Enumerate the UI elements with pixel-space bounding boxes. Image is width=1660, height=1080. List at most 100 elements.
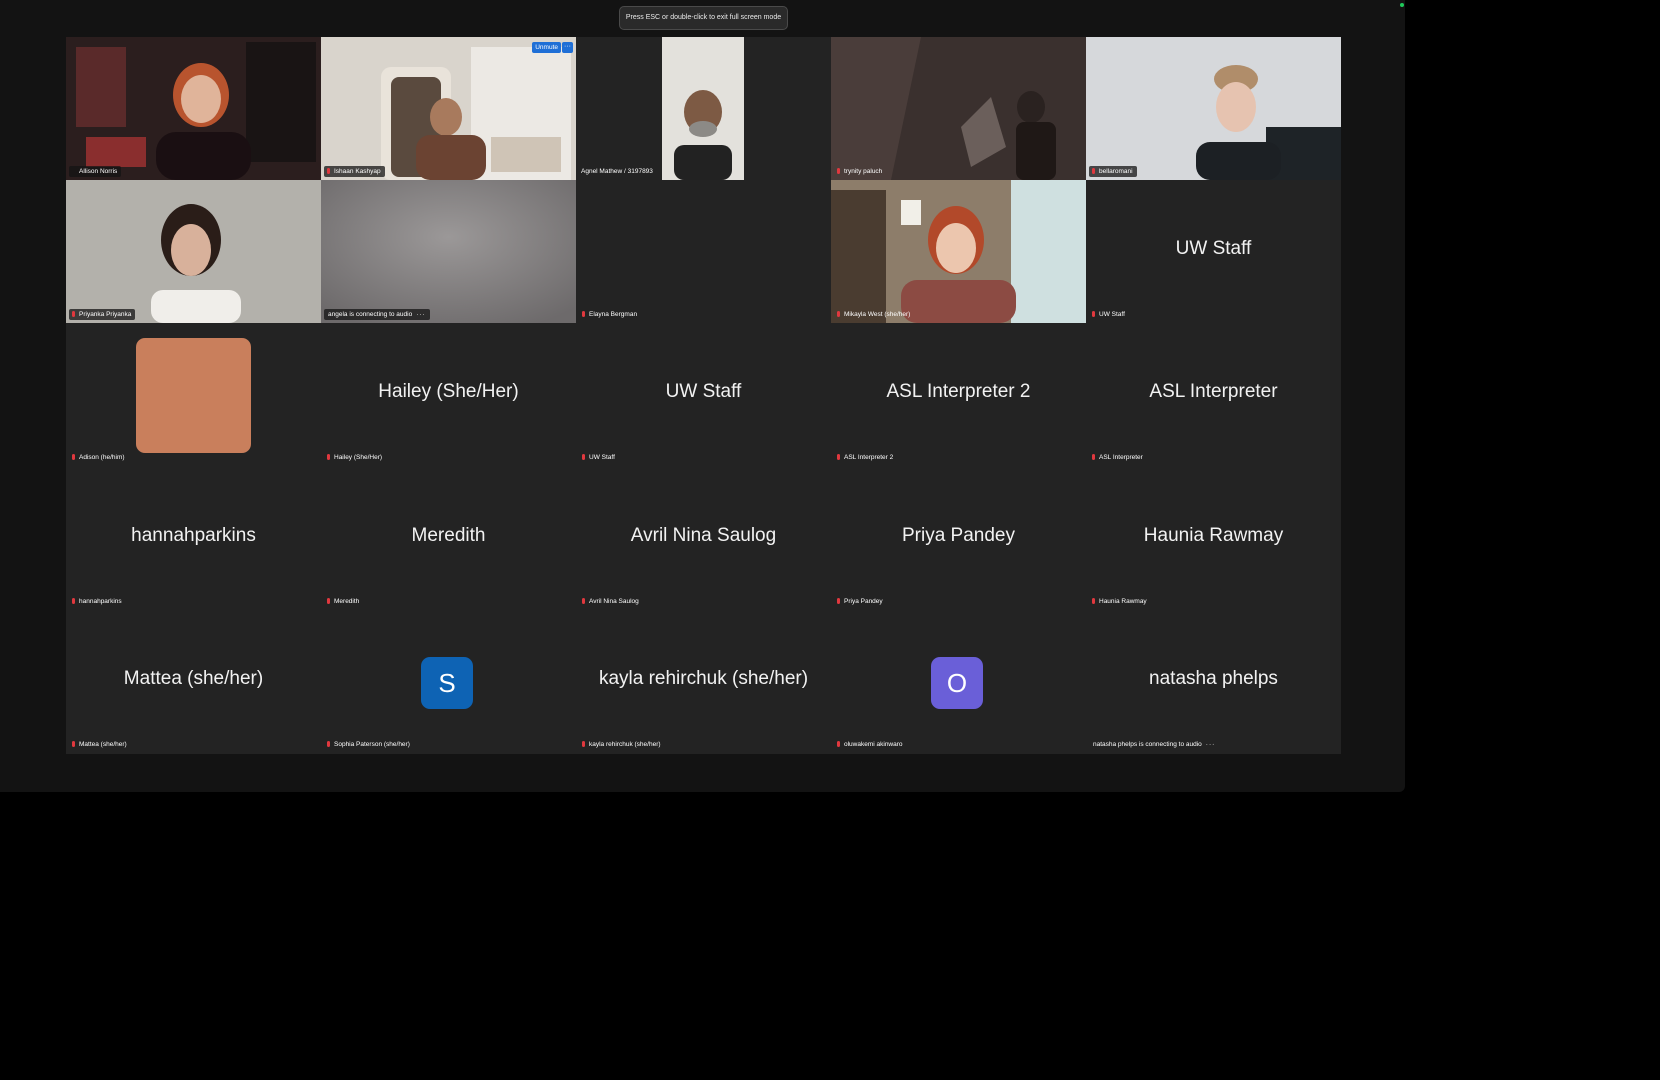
participant-name-label: Haunia Rawmay: [1089, 596, 1151, 607]
video-tile-trynity-paluch[interactable]: trynity paluch: [831, 37, 1086, 180]
participant-name-label: Allison Norris: [69, 166, 122, 177]
participant-name-label: oluwakemi akinwaro: [834, 739, 907, 750]
mic-muted-icon: [582, 311, 585, 317]
name-tile-hannahparkins[interactable]: hannahparkins hannahparkins: [66, 467, 321, 610]
participant-name-label: hannahparkins: [69, 596, 126, 607]
video-tile-angela[interactable]: angela is connecting to audio ···: [321, 180, 576, 323]
mic-muted-icon: [837, 454, 840, 460]
participant-display-name: Avril Nina Saulog: [630, 525, 777, 546]
connecting-dots-icon: ···: [1205, 741, 1216, 748]
video-feed: [66, 180, 321, 323]
mic-muted-icon: [327, 598, 330, 604]
video-tile-bellaromani[interactable]: bellaromani: [1086, 37, 1341, 180]
name-tile-mattea[interactable]: Mattea (she/her) Mattea (she/her): [66, 610, 321, 753]
name-tile-natasha-phelps[interactable]: natasha phelps natasha phelps is connect…: [1086, 610, 1341, 753]
video-feed: [576, 37, 831, 180]
avatar-tile-oluwakemi-akinwaro[interactable]: O oluwakemi akinwaro: [831, 610, 1086, 753]
name-tile-avril-nina-saulog[interactable]: Avril Nina Saulog Avril Nina Saulog: [576, 467, 831, 610]
participant-display-name: Hailey (She/Her): [378, 381, 519, 402]
avatar: S: [421, 657, 473, 709]
participant-display-name: natasha phelps: [1149, 668, 1278, 689]
participant-name-label: Ishaan Kashyap: [324, 166, 385, 177]
participant-name-label: Meredith: [324, 596, 363, 607]
participant-display-name: ASL Interpreter 2: [886, 381, 1031, 402]
mic-muted-icon: [327, 454, 330, 460]
mic-muted-icon: [72, 454, 75, 460]
participant-display-name: UW Staff: [665, 381, 742, 402]
participant-name-label: Mikayla West (she/her): [834, 309, 914, 320]
fullscreen-exit-banner: Press ESC or double-click to exit full s…: [619, 6, 788, 30]
participant-display-name: Priya Pandey: [901, 525, 1015, 546]
participant-name-label: ASL Interpreter: [1089, 452, 1147, 463]
status-dot-icon: [1400, 3, 1404, 7]
mic-muted-icon: [582, 741, 585, 747]
gallery-grid: Allison Norris Unmute ··· Ishaan Kashyap: [66, 37, 1341, 754]
avatar-tile-sophia-paterson[interactable]: S Sophia Paterson (she/her): [321, 610, 576, 753]
participant-name-label: bellaromani: [1089, 166, 1137, 177]
participant-name-label: Elayna Bergman: [579, 309, 641, 320]
mic-muted-icon: [582, 598, 585, 604]
participant-name-label: angela is connecting to audio ···: [324, 309, 430, 320]
video-feed: [831, 180, 1086, 323]
participant-name-label: Priya Pandey: [834, 596, 887, 607]
video-feed: [1086, 37, 1341, 180]
name-tile-kayla-rehirchuk[interactable]: kayla rehirchuk (she/her) kayla rehirchu…: [576, 610, 831, 753]
participant-display-name: hannahparkins: [131, 525, 256, 546]
mic-muted-icon: [582, 454, 585, 460]
video-tile-agnel-mathew[interactable]: Agnel Mathew / 3197893: [576, 37, 831, 180]
participant-name-label: UW Staff: [1089, 309, 1129, 320]
mic-muted-icon: [327, 168, 330, 174]
mic-muted-icon: [72, 598, 75, 604]
participant-display-name: Haunia Rawmay: [1143, 525, 1284, 546]
zoom-meeting-window: Press ESC or double-click to exit full s…: [0, 0, 1405, 792]
participant-name-label: Priyanka Priyanka: [69, 309, 136, 320]
name-tile-hailey[interactable]: Hailey (She/Her) Hailey (She/Her): [321, 323, 576, 466]
mic-muted-icon: [1092, 311, 1095, 317]
participant-display-name: Mattea (she/her): [123, 668, 264, 689]
participant-name-label: trynity paluch: [834, 166, 886, 177]
mic-muted-icon: [1092, 598, 1095, 604]
avatar: O: [931, 657, 983, 709]
mic-muted-icon: [837, 168, 840, 174]
video-feed: [321, 37, 576, 180]
participant-name-label: Hailey (She/Her): [324, 452, 386, 463]
avatar-tile-adison[interactable]: Adison (he/him): [66, 323, 321, 466]
participant-name-label: Adison (he/him): [69, 452, 129, 463]
name-tile-uw-staff-2[interactable]: UW Staff UW Staff: [576, 323, 831, 466]
participant-display-name: kayla rehirchuk (she/her): [598, 668, 809, 689]
name-tile-asl-interpreter-2[interactable]: ASL Interpreter 2 ASL Interpreter 2: [831, 323, 1086, 466]
participant-display-name: UW Staff: [1175, 238, 1252, 259]
participant-name-label: natasha phelps is connecting to audio ···: [1093, 741, 1216, 748]
mic-muted-icon: [327, 741, 330, 747]
more-options-button[interactable]: ···: [562, 42, 573, 53]
name-tile-asl-interpreter[interactable]: ASL Interpreter ASL Interpreter: [1086, 323, 1341, 466]
mic-muted-icon: [837, 311, 840, 317]
mic-muted-icon: [1092, 454, 1095, 460]
avatar: [136, 338, 251, 453]
mic-muted-icon: [837, 741, 840, 747]
participant-display-name: Meredith: [411, 525, 486, 546]
participant-name-label: Mattea (she/her): [69, 739, 131, 750]
mic-muted-icon: [1092, 168, 1095, 174]
video-tile-mikayla-west[interactable]: Mikayla West (she/her): [831, 180, 1086, 323]
participant-display-name: ASL Interpreter: [1149, 381, 1278, 402]
mic-muted-icon: [837, 598, 840, 604]
name-tile-priya-pandey[interactable]: Priya Pandey Priya Pandey: [831, 467, 1086, 610]
participant-name-label: Agnel Mathew / 3197893: [581, 168, 653, 175]
name-tile-uw-staff-1[interactable]: UW Staff UW Staff: [1086, 180, 1341, 323]
participant-name-label: kayla rehirchuk (she/her): [579, 739, 665, 750]
participant-name-label: ASL Interpreter 2: [834, 452, 897, 463]
video-tile-elayna-bergman[interactable]: Elayna Bergman: [576, 180, 831, 323]
unmute-button[interactable]: Unmute: [532, 42, 561, 53]
video-tile-ishaan-kashyap[interactable]: Unmute ··· Ishaan Kashyap: [321, 37, 576, 180]
connecting-dots-icon: ···: [416, 311, 426, 318]
video-tile-priyanka-priyanka[interactable]: Priyanka Priyanka: [66, 180, 321, 323]
participant-name-label: UW Staff: [579, 452, 619, 463]
name-tile-haunia-rawmay[interactable]: Haunia Rawmay Haunia Rawmay: [1086, 467, 1341, 610]
mic-muted-icon: [72, 311, 75, 317]
video-feed: [831, 37, 1086, 180]
name-tile-meredith[interactable]: Meredith Meredith: [321, 467, 576, 610]
video-tile-allison-norris[interactable]: Allison Norris: [66, 37, 321, 180]
mic-muted-icon: [72, 741, 75, 747]
participant-name-label: Sophia Paterson (she/her): [324, 739, 414, 750]
